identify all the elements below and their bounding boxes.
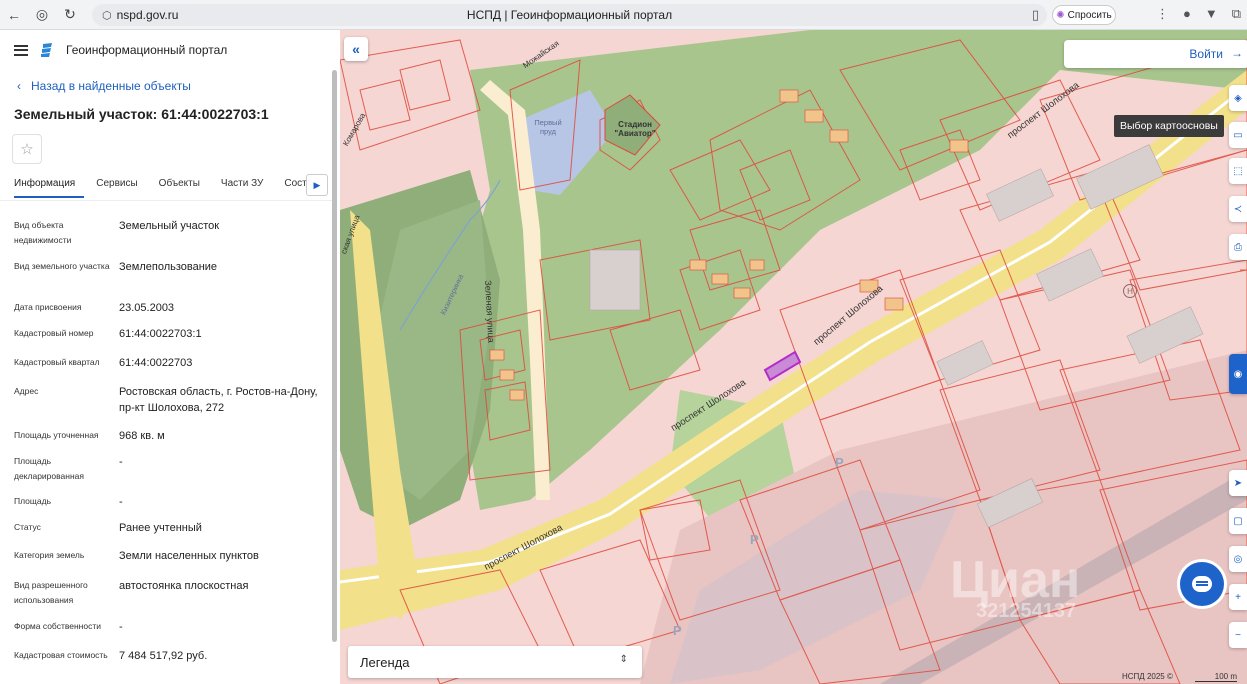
attr-value: Земли населенных пунктов bbox=[119, 550, 259, 562]
poi-marker[interactable]: Н bbox=[1123, 284, 1137, 298]
attr-value: 61:44:0022703 bbox=[119, 357, 193, 369]
puzzle-icon[interactable]: ⧉ bbox=[1232, 6, 1241, 22]
address-bar[interactable]: ⬡ nspd.gov.ru НСПД | Геоинформационный п… bbox=[92, 4, 1047, 26]
attr-value: Землепользование bbox=[119, 261, 218, 273]
parking-label: P bbox=[673, 623, 682, 638]
map-canvas bbox=[340, 30, 1247, 684]
attr-value: - bbox=[119, 496, 123, 508]
bookmark-icon[interactable]: ▯ bbox=[1032, 7, 1039, 23]
login-label: Войти bbox=[1189, 47, 1223, 61]
attr-value: Земельный участок bbox=[119, 220, 220, 232]
site-info-icon[interactable]: ⬡ bbox=[102, 9, 112, 22]
pond-label: Первый пруд bbox=[534, 118, 562, 136]
services-tab-icon[interactable]: ◉ bbox=[1229, 354, 1247, 394]
reload-icon[interactable]: ↻ bbox=[56, 0, 84, 30]
attr-key: Площадь bbox=[14, 496, 52, 506]
attr-key: Вид объекта недвижимости bbox=[14, 220, 72, 245]
attr-key: Вид земельного участка bbox=[14, 261, 110, 271]
tab-parcel-parts[interactable]: Части ЗУ bbox=[221, 176, 263, 200]
panel-header: Геоинформационный портал bbox=[14, 40, 227, 60]
spark-icon: ✺ bbox=[1056, 9, 1065, 21]
back-link-label: Назад в найденные объекты bbox=[31, 79, 191, 93]
select-tool-icon[interactable]: ⬚ bbox=[1229, 158, 1247, 184]
active-tab-indicator bbox=[14, 196, 84, 198]
extension-icon[interactable]: ● bbox=[1183, 6, 1191, 22]
shield-icon[interactable]: ◎ bbox=[28, 0, 56, 30]
browser-extensions: ⋮ ● ▼ ⧉ bbox=[1156, 6, 1241, 22]
ask-button[interactable]: ✺ Спросить bbox=[1052, 5, 1116, 25]
basemap-tooltip: Выбор картоосновы bbox=[1114, 115, 1224, 137]
url-text: nspd.gov.ru bbox=[116, 8, 179, 22]
attr-value: 7 484 517,92 руб. bbox=[119, 650, 208, 662]
attr-key: Категория земель bbox=[14, 550, 85, 560]
attr-key: Площадь декларированная bbox=[14, 456, 84, 481]
parking-label: P bbox=[835, 455, 844, 470]
tab-title: НСПД | Геоинформационный портал bbox=[466, 8, 673, 22]
menu-dots-icon[interactable]: ⋮ bbox=[1156, 6, 1169, 22]
collapse-panel-button[interactable]: « bbox=[344, 37, 368, 61]
attr-key: Кадастровый номер bbox=[14, 328, 94, 338]
map-view[interactable]: P P P Н Первый пруд Стадион "Авиатор" Зе… bbox=[340, 30, 1247, 684]
map-attribution: НСПД 2025 © bbox=[1122, 672, 1173, 681]
attr-key: Кадастровая стоимость bbox=[14, 650, 108, 660]
tab-objects[interactable]: Объекты bbox=[159, 176, 200, 200]
attr-value: 968 кв. м bbox=[119, 430, 165, 442]
download-icon[interactable]: ▼ bbox=[1205, 6, 1218, 22]
attr-value: Ростовская область, г. Ростов-на-Дону, п… bbox=[119, 386, 318, 414]
navigate-icon[interactable]: ➤ bbox=[1229, 470, 1247, 496]
portal-title: Геоинформационный портал bbox=[66, 43, 228, 57]
legend-label: Легенда bbox=[360, 654, 410, 670]
watermark-number: 321254137 bbox=[976, 600, 1077, 622]
browser-toolbar: ← ◎ ↻ ⬡ nspd.gov.ru НСПД | Геоинформацио… bbox=[0, 0, 1247, 30]
object-info-panel: Геоинформационный портал ‹ Назад в найде… bbox=[0, 30, 340, 684]
measure-icon[interactable]: ≺ bbox=[1229, 196, 1247, 222]
locate-icon[interactable]: ◎ bbox=[1229, 546, 1247, 572]
layers-icon[interactable]: ◈ bbox=[1229, 85, 1247, 111]
chat-button[interactable] bbox=[1180, 562, 1224, 606]
attr-value: 61:44:0022703:1 bbox=[119, 328, 202, 340]
back-arrow-icon[interactable]: ← bbox=[0, 0, 28, 30]
attr-value: автостоянка плоскостная bbox=[119, 580, 249, 592]
attr-key: Адрес bbox=[14, 386, 39, 396]
scale-bar: 100 m bbox=[1195, 672, 1237, 682]
chevron-left-icon: ‹ bbox=[17, 79, 21, 93]
attr-value: - bbox=[119, 456, 123, 468]
basemap-icon[interactable]: ▭ bbox=[1229, 122, 1247, 148]
favorite-star-button[interactable]: ☆ bbox=[12, 134, 42, 164]
ask-label: Спросить bbox=[1067, 9, 1112, 21]
chevron-updown-icon: ⇕ bbox=[619, 654, 628, 665]
page-title: Земельный участок: 61:44:0022703:1 bbox=[14, 106, 269, 122]
tab-services[interactable]: Сервисы bbox=[96, 176, 137, 200]
portal-logo-icon bbox=[40, 42, 54, 58]
zoom-in-icon[interactable]: + bbox=[1229, 584, 1247, 610]
attr-key: Дата присвоения bbox=[14, 302, 82, 312]
star-icon: ☆ bbox=[20, 141, 34, 158]
back-to-results-link[interactable]: ‹ Назад в найденные объекты bbox=[17, 79, 191, 93]
tabs-scroll-right-button[interactable]: ▶ bbox=[306, 174, 328, 196]
attr-key: Площадь уточненная bbox=[14, 430, 99, 440]
attr-value: 23.05.2003 bbox=[119, 302, 175, 314]
login-arrow-icon: → bbox=[1231, 46, 1243, 60]
chat-icon bbox=[1192, 576, 1212, 592]
attr-value: Ранее учтенный bbox=[119, 522, 202, 534]
fullscreen-icon[interactable]: ▢ bbox=[1229, 508, 1247, 534]
zoom-out-icon[interactable]: − bbox=[1229, 622, 1247, 648]
parking-label: P bbox=[750, 532, 759, 547]
hamburger-menu-icon[interactable] bbox=[14, 44, 28, 56]
attr-key: Вид разрешенного использования bbox=[14, 580, 88, 605]
print-icon[interactable]: ⎙ bbox=[1229, 234, 1247, 260]
attr-value: - bbox=[119, 621, 123, 633]
panel-scrollbar[interactable] bbox=[332, 70, 337, 642]
login-button[interactable]: Войти → bbox=[1064, 40, 1247, 68]
stadium-label: Стадион "Авиатор" bbox=[614, 120, 656, 138]
attr-key: Статус bbox=[14, 522, 41, 532]
divider bbox=[0, 200, 334, 201]
attr-key: Форма собственности bbox=[14, 621, 101, 631]
legend-dropdown[interactable]: Легенда ⇕ bbox=[348, 646, 642, 678]
attr-key: Кадастровый квартал bbox=[14, 357, 100, 367]
